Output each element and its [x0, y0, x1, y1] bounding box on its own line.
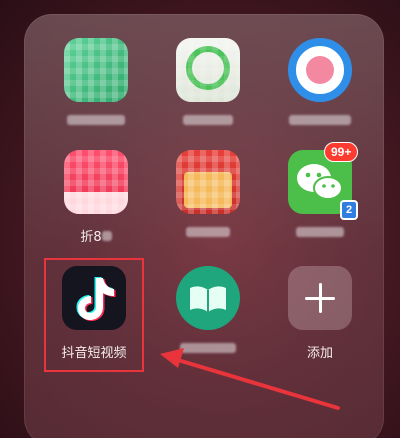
book-app-icon [176, 266, 240, 330]
app-red-gift[interactable] [160, 150, 256, 244]
plus-icon [288, 266, 352, 330]
app-label: 添加 [306, 346, 333, 361]
app-green[interactable] [48, 38, 144, 132]
tiktok-icon [62, 266, 126, 330]
app-label [160, 342, 256, 360]
notification-badge: 99+ [324, 142, 359, 162]
app-label [272, 226, 368, 244]
pink-shopping-app-icon [64, 150, 128, 214]
app-wechat[interactable]: 2 99+ [272, 142, 368, 244]
app-tiktok[interactable]: 抖音短视频 [46, 266, 142, 361]
app-book[interactable] [160, 266, 256, 360]
add-app-button[interactable]: 添加 [272, 266, 368, 361]
red-gift-app-icon [176, 150, 240, 214]
app-blue-circle[interactable] [272, 38, 368, 132]
app-label: 抖音短视频 [61, 346, 127, 361]
app-green-white[interactable] [160, 38, 256, 132]
app-label [160, 226, 256, 244]
app-label [272, 114, 368, 132]
app-label [160, 114, 256, 132]
green-white-app-icon [176, 38, 240, 102]
dual-app-badge-icon: 2 [340, 200, 358, 220]
app-label: 折8 [48, 226, 144, 245]
app-pink-shopping[interactable]: 折8 [48, 150, 144, 245]
blue-circle-app-icon [288, 38, 352, 102]
app-label [48, 114, 144, 132]
green-app-icon [64, 38, 128, 102]
